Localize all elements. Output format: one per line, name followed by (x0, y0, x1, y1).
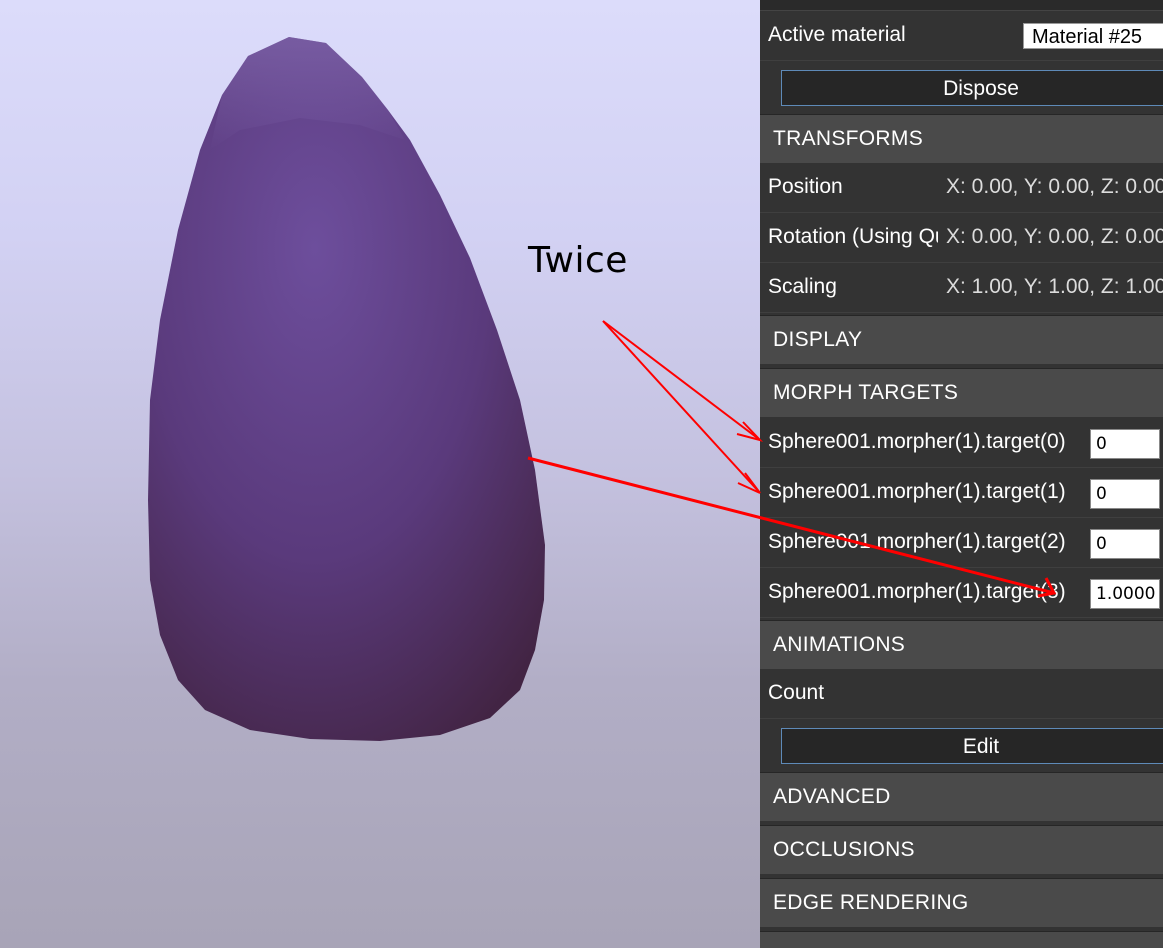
section-transforms-title: TRANSFORMS (773, 127, 923, 150)
section-edge-rendering[interactable]: EDGE RENDERING (760, 878, 1163, 927)
annotation-label: Twice (528, 240, 628, 281)
morph-target-row: Sphere001.morpher(1).target(2) 0 (760, 518, 1163, 568)
mesh-body (148, 37, 545, 741)
dispose-button[interactable]: Dispose (781, 70, 1163, 106)
section-edge-rendering-title: EDGE RENDERING (773, 891, 969, 914)
morph-target-row: Sphere001.morpher(1).target(3) 1.0000 (760, 568, 1163, 618)
morph-target-input[interactable]: 1.0000 (1090, 579, 1160, 609)
morph-target-label: Sphere001.morpher(1).target(1) (768, 480, 1066, 503)
panel-top-strip (760, 0, 1163, 11)
animation-count-row: Count (760, 669, 1163, 719)
section-advanced[interactable]: ADVANCED (760, 772, 1163, 821)
active-material-select[interactable]: Material #25 (1023, 23, 1163, 49)
morph-target-input[interactable]: 0 (1090, 479, 1160, 509)
edit-animations-button[interactable]: Edit (781, 728, 1163, 764)
section-animations-title: ANIMATIONS (773, 633, 906, 656)
inspector-panel: Active material Material #25 Dispose TRA… (760, 0, 1163, 948)
section-occlusions[interactable]: OCCLUSIONS (760, 825, 1163, 874)
section-transforms[interactable]: TRANSFORMS (760, 114, 1163, 163)
morph-target-row: Sphere001.morpher(1).target(1) 0 (760, 468, 1163, 518)
section-advanced-title: ADVANCED (773, 785, 891, 808)
scaling-value: X: 1.00, Y: 1.00, Z: 1.00 (946, 275, 1163, 298)
3d-viewport[interactable]: Twice (0, 0, 760, 948)
section-animations[interactable]: ANIMATIONS (760, 620, 1163, 669)
position-row: Position X: 0.00, Y: 0.00, Z: 0.00 (760, 163, 1163, 213)
scaling-label: Scaling (768, 275, 837, 298)
position-label: Position (768, 175, 843, 198)
morph-target-label: Sphere001.morpher(1).target(3) (768, 580, 1066, 603)
section-display-title: DISPLAY (773, 328, 863, 351)
rotation-value: X: 0.00, Y: 0.00, Z: 0.00 (946, 225, 1163, 248)
section-morph-targets-title: MORPH TARGETS (773, 381, 959, 404)
morph-target-label: Sphere001.morpher(1).target(0) (768, 430, 1066, 453)
scaling-row: Scaling X: 1.00, Y: 1.00, Z: 1.00 (760, 263, 1163, 313)
rotation-label: Rotation (Using Quaternion) (768, 225, 938, 248)
section-occlusions-title: OCCLUSIONS (773, 838, 915, 861)
rotation-row: Rotation (Using Quaternion) X: 0.00, Y: … (760, 213, 1163, 263)
section-display[interactable]: DISPLAY (760, 315, 1163, 364)
morph-target-input[interactable]: 0 (1090, 429, 1160, 459)
section-morph-targets[interactable]: MORPH TARGETS (760, 368, 1163, 417)
position-value: X: 0.00, Y: 0.00, Z: 0.00 (946, 175, 1163, 198)
morph-target-input[interactable]: 0 (1090, 529, 1160, 559)
animation-count-label: Count (768, 681, 825, 704)
active-material-label: Active material (768, 23, 906, 46)
section-next-collapsed[interactable] (760, 931, 1163, 948)
morph-target-label: Sphere001.morpher(1).target(2) (768, 530, 1066, 553)
morph-mesh-render (148, 37, 545, 741)
morph-target-row: Sphere001.morpher(1).target(0) 0 (760, 418, 1163, 468)
